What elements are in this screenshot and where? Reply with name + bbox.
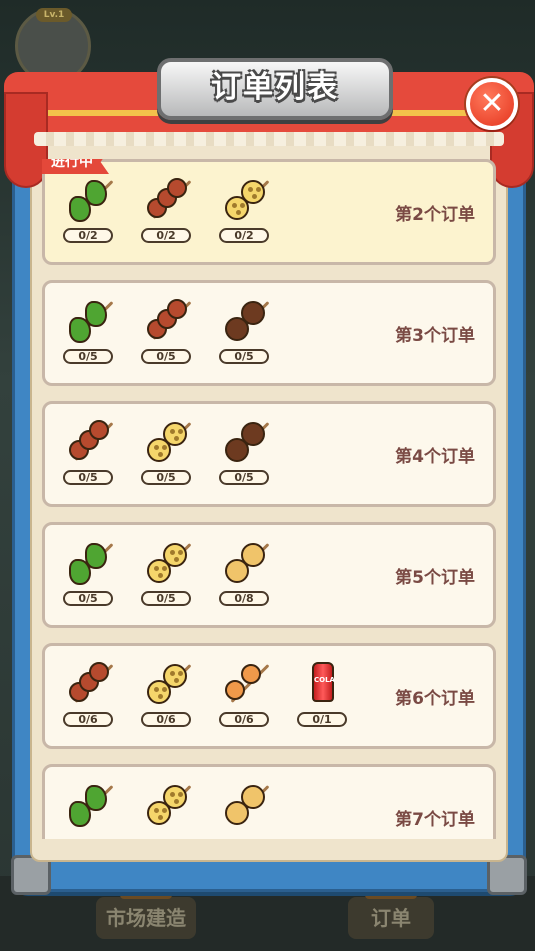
order-card[interactable]: 0/5 0/5 0/8 第5个订单 — [42, 522, 496, 628]
order-label: 第4个订单 — [395, 446, 475, 467]
item-count: 0/2 — [63, 228, 113, 243]
green-pepper-skewer-icon — [63, 535, 114, 589]
market-build-label: 市场建造 — [106, 906, 186, 930]
order-items — [63, 777, 270, 831]
meat-skewer-icon — [63, 656, 114, 710]
order-label: 第2个订单 — [395, 204, 475, 225]
dialog-title: 订单列表 — [211, 70, 339, 105]
lotus-root-skewer-icon — [141, 777, 192, 831]
green-pepper-skewer-icon — [63, 777, 114, 831]
item-count: 0/5 — [219, 349, 269, 364]
order-item[interactable]: 0/5 — [63, 293, 114, 364]
item-count: 0/6 — [63, 712, 113, 727]
order-items: 0/6 0/6 0/6 COLA 0/1 — [63, 656, 347, 727]
orders-label: 订单 — [371, 906, 411, 930]
order-items: 0/2 0/2 0/2 — [63, 172, 270, 243]
item-count: 0/5 — [141, 591, 191, 606]
order-item[interactable]: 0/6 — [141, 656, 192, 727]
order-card[interactable]: 0/5 0/5 0/5 第4个订单 — [42, 401, 496, 507]
order-card[interactable]: 进行中 0/2 0/2 0/2 第2个订单 — [42, 159, 496, 265]
item-count: 0/2 — [141, 228, 191, 243]
meat-skewer-icon — [141, 293, 192, 347]
market-build-button[interactable]: 市场建造 — [96, 869, 196, 939]
order-card[interactable]: 0/5 0/5 0/5 第3个订单 — [42, 280, 496, 386]
close-x-icon: ✕ — [479, 86, 505, 121]
order-label: 第7个订单 — [395, 809, 475, 830]
order-list-dialog: 订单列表 ✕ 进行中 0/2 0/2 0/2 第2个订单 0/5 0/5 0/5 第3个订单 0/… — [4, 58, 534, 895]
order-list[interactable]: 进行中 0/2 0/2 0/2 第2个订单 0/5 0/5 0/5 第3个订单 0/5 0/5 0/5… — [42, 159, 496, 839]
order-items: 0/5 0/5 0/5 — [63, 293, 270, 364]
green-pepper-skewer-icon — [63, 172, 114, 226]
close-button[interactable]: ✕ — [466, 78, 518, 130]
item-count: 0/5 — [141, 349, 191, 364]
order-item[interactable]: 0/5 — [63, 414, 114, 485]
meat-skewer-icon — [63, 414, 114, 468]
potato-skewer-icon — [219, 777, 270, 831]
item-count: 0/2 — [219, 228, 269, 243]
lotus-root-skewer-icon — [141, 414, 192, 468]
order-items: 0/5 0/5 0/8 — [63, 535, 270, 606]
mushroom-skewer-icon — [219, 414, 270, 468]
order-card[interactable]: 0/6 0/6 0/6 COLA 0/1 第6个订单 — [42, 643, 496, 749]
order-item[interactable]: 0/2 — [141, 172, 192, 243]
item-count: 0/5 — [141, 470, 191, 485]
potato-skewer-icon — [219, 535, 270, 589]
order-item[interactable]: 0/5 — [219, 414, 270, 485]
green-pepper-skewer-icon — [63, 293, 114, 347]
order-item[interactable] — [141, 777, 192, 831]
order-item[interactable]: 0/5 — [63, 535, 114, 606]
order-item[interactable]: 0/8 — [219, 535, 270, 606]
paper-edge — [34, 132, 504, 146]
lotus-root-skewer-icon — [141, 656, 192, 710]
lotus-root-skewer-icon — [219, 172, 270, 226]
order-item[interactable]: COLA 0/1 — [297, 656, 347, 727]
order-item[interactable]: 0/5 — [219, 293, 270, 364]
order-item[interactable] — [219, 777, 270, 831]
order-item[interactable]: 0/6 — [63, 656, 114, 727]
meat-skewer-icon — [141, 172, 192, 226]
order-item[interactable] — [63, 777, 114, 831]
lotus-root-skewer-icon — [141, 535, 192, 589]
orders-button[interactable]: 订单 — [348, 869, 434, 939]
order-item[interactable]: 0/6 — [219, 656, 270, 727]
order-item[interactable]: 0/2 — [219, 172, 270, 243]
order-item[interactable]: 0/5 — [141, 414, 192, 485]
level-badge: Lv.1 — [36, 8, 72, 22]
order-label: 第5个订单 — [395, 567, 475, 588]
title-plate: 订单列表 — [157, 58, 393, 120]
mushroom-skewer-icon — [219, 293, 270, 347]
order-label: 第6个订单 — [395, 688, 475, 709]
order-item[interactable]: 0/5 — [141, 535, 192, 606]
item-count: 0/5 — [63, 470, 113, 485]
soda-can-icon: COLA — [297, 656, 347, 710]
item-count: 0/5 — [219, 470, 269, 485]
order-card[interactable]: 第7个订单 — [42, 764, 496, 839]
item-count: 0/5 — [63, 591, 113, 606]
item-count: 0/6 — [141, 712, 191, 727]
fishball-skewer-icon — [219, 656, 270, 710]
order-items: 0/5 0/5 0/5 — [63, 414, 270, 485]
item-count: 0/5 — [63, 349, 113, 364]
item-count: 0/8 — [219, 591, 269, 606]
order-item[interactable]: 0/2 — [63, 172, 114, 243]
order-label: 第3个订单 — [395, 325, 475, 346]
item-count: 0/1 — [297, 712, 347, 727]
order-item[interactable]: 0/5 — [141, 293, 192, 364]
item-count: 0/6 — [219, 712, 269, 727]
